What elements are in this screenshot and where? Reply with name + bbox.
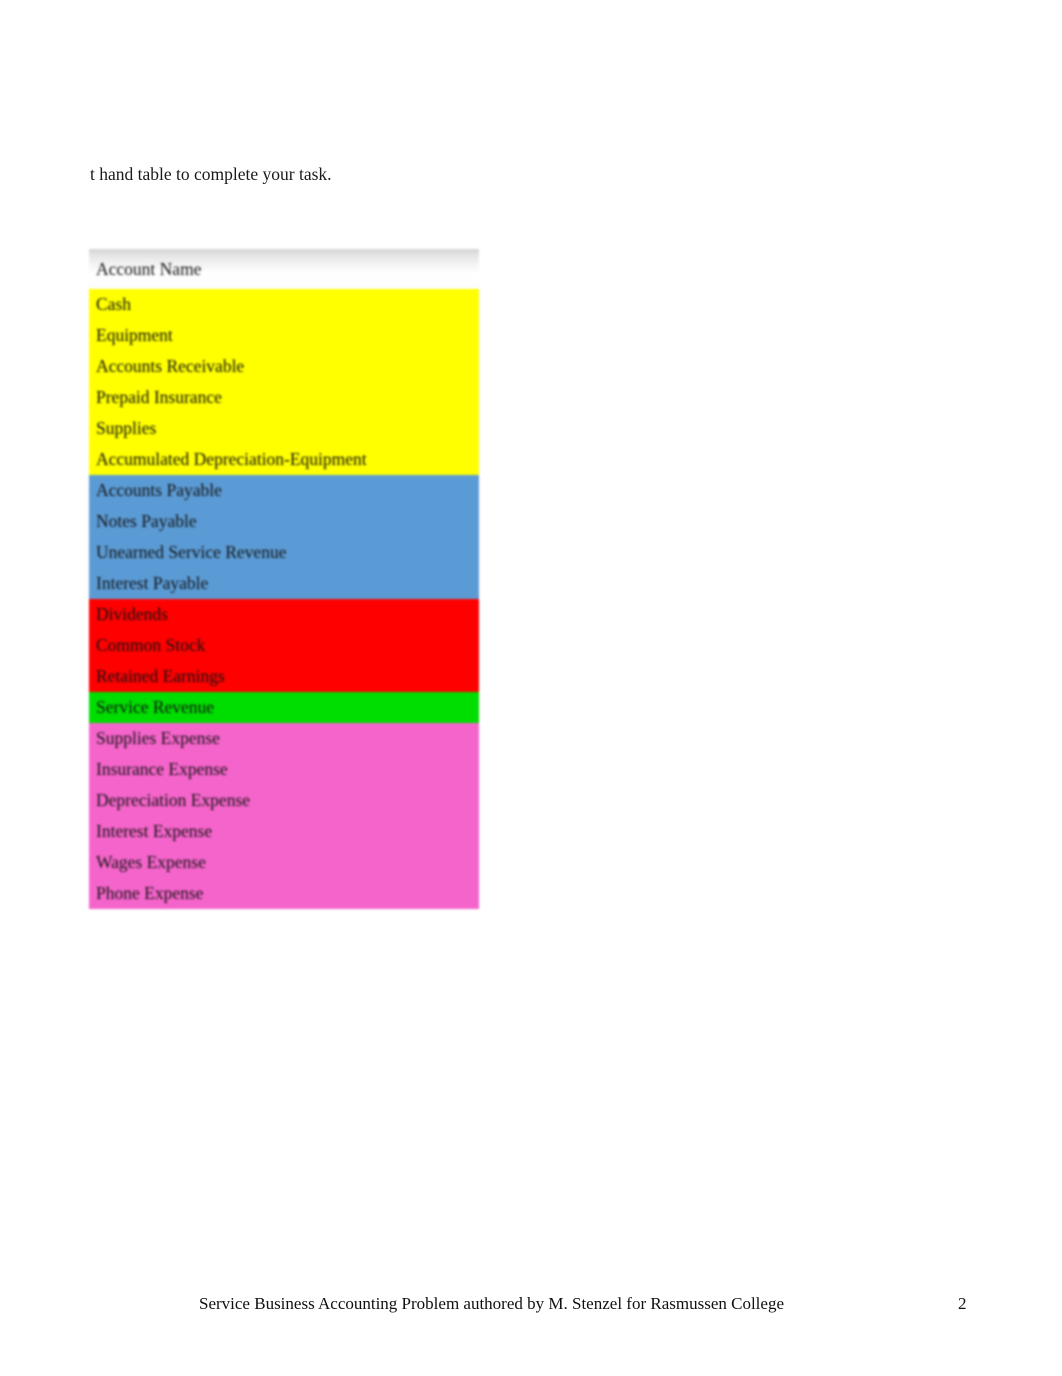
table-row[interactable]: Supplies Expense <box>89 723 479 754</box>
account-name-table: Account Name Cash Equipment Accounts Rec… <box>89 249 479 909</box>
table-header-row: Account Name <box>89 249 479 289</box>
account-cell-accounts-payable[interactable]: Accounts Payable <box>89 475 479 506</box>
account-cell-dividends[interactable]: Dividends <box>89 599 479 630</box>
table-row[interactable]: Wages Expense <box>89 847 479 878</box>
table-row[interactable]: Service Revenue <box>89 692 479 723</box>
account-cell-prepaid-insurance[interactable]: Prepaid Insurance <box>89 382 479 413</box>
table-row[interactable]: Supplies <box>89 413 479 444</box>
account-cell-wages-expense[interactable]: Wages Expense <box>89 847 479 878</box>
account-cell-cash[interactable]: Cash <box>89 289 479 320</box>
table-row[interactable]: Notes Payable <box>89 506 479 537</box>
account-cell-interest-expense[interactable]: Interest Expense <box>89 816 479 847</box>
account-cell-service-revenue[interactable]: Service Revenue <box>89 692 479 723</box>
table-row[interactable]: Equipment <box>89 320 479 351</box>
account-cell-accounts-receivable[interactable]: Accounts Receivable <box>89 351 479 382</box>
account-cell-depreciation-expense[interactable]: Depreciation Expense <box>89 785 479 816</box>
account-cell-insurance-expense[interactable]: Insurance Expense <box>89 754 479 785</box>
account-cell-notes-payable[interactable]: Notes Payable <box>89 506 479 537</box>
account-cell-supplies[interactable]: Supplies <box>89 413 479 444</box>
footer-attribution-text: Service Business Accounting Problem auth… <box>199 1294 784 1313</box>
table-head: Account Name <box>89 249 479 289</box>
table-row[interactable]: Insurance Expense <box>89 754 479 785</box>
table-row[interactable]: Accounts Receivable <box>89 351 479 382</box>
table-row[interactable]: Dividends <box>89 599 479 630</box>
table-row[interactable]: Accounts Payable <box>89 475 479 506</box>
table-row[interactable]: Prepaid Insurance <box>89 382 479 413</box>
account-cell-interest-payable[interactable]: Interest Payable <box>89 568 479 599</box>
account-table-container: Account Name Cash Equipment Accounts Rec… <box>89 249 479 909</box>
account-cell-accumulated-depreciation-equipment[interactable]: Accumulated Depreciation-Equipment <box>89 444 479 475</box>
table-row[interactable]: Phone Expense <box>89 878 479 909</box>
footer-page-number: 2 <box>958 1294 967 1313</box>
table-row[interactable]: Retained Earnings <box>89 661 479 692</box>
account-cell-retained-earnings[interactable]: Retained Earnings <box>89 661 479 692</box>
page-footer: Service Business Accounting Problem auth… <box>0 1292 1062 1318</box>
account-cell-supplies-expense[interactable]: Supplies Expense <box>89 723 479 754</box>
table-row[interactable]: Interest Expense <box>89 816 479 847</box>
table-row[interactable]: Accumulated Depreciation-Equipment <box>89 444 479 475</box>
account-cell-unearned-service-revenue[interactable]: Unearned Service Revenue <box>89 537 479 568</box>
table-row[interactable]: Unearned Service Revenue <box>89 537 479 568</box>
column-header-account-name: Account Name <box>89 249 479 289</box>
account-cell-phone-expense[interactable]: Phone Expense <box>89 878 479 909</box>
table-row[interactable]: Cash <box>89 289 479 320</box>
table-row[interactable]: Interest Payable <box>89 568 479 599</box>
account-cell-common-stock[interactable]: Common Stock <box>89 630 479 661</box>
table-row[interactable]: Common Stock <box>89 630 479 661</box>
table-body: Cash Equipment Accounts Receivable Prepa… <box>89 289 479 909</box>
intro-instruction-text: t hand table to complete your task. <box>90 164 332 184</box>
table-row[interactable]: Depreciation Expense <box>89 785 479 816</box>
account-cell-equipment[interactable]: Equipment <box>89 320 479 351</box>
